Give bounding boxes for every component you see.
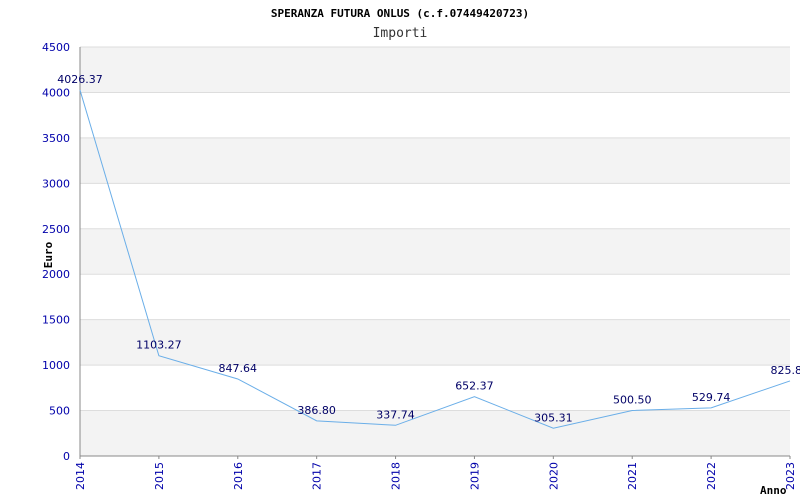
x-tick-label: 2017 — [311, 462, 324, 490]
data-label: 652.37 — [455, 380, 494, 393]
x-tick-label: 2020 — [547, 462, 560, 490]
y-tick-label: 1500 — [42, 314, 70, 327]
x-tick-label: 2015 — [153, 462, 166, 490]
line-chart: 0 500 1000 1500 2000 2500 3000 3500 4000 4500 201… — [42, 7, 800, 497]
plot-band — [80, 410, 790, 456]
y-tick-label: 1000 — [42, 359, 70, 372]
plot-band — [80, 228, 790, 275]
x-axis-ticks: 2014 2015 2016 2017 2018 2019 2020 2021 2022 2023 — [74, 456, 797, 490]
y-tick-label: 0 — [63, 450, 70, 463]
y-tick-label: 4500 — [42, 41, 70, 54]
plot-band — [80, 319, 790, 366]
data-label: 386.80 — [297, 404, 336, 417]
data-label: 1103.27 — [136, 339, 182, 352]
data-label: 847.64 — [219, 362, 258, 375]
data-label: 305.31 — [534, 411, 573, 424]
plot-band — [80, 137, 790, 184]
x-tick-label: 2022 — [705, 462, 718, 490]
x-tick-label: 2018 — [390, 462, 403, 490]
data-label: 4026.37 — [57, 73, 103, 86]
data-label: 337.74 — [376, 408, 415, 421]
data-label: 529.74 — [692, 391, 731, 404]
plot-band — [80, 47, 790, 93]
x-tick-label: 2021 — [626, 462, 639, 490]
y-axis-label: Euro — [42, 241, 55, 268]
data-label: 825.8 — [771, 364, 800, 377]
y-tick-label: 2000 — [42, 268, 70, 281]
x-tick-label: 2019 — [468, 462, 481, 490]
y-tick-label: 3500 — [42, 132, 70, 145]
chart-subtitle: Importi — [373, 26, 428, 41]
plot-bands — [80, 47, 790, 456]
data-label: 500.50 — [613, 394, 652, 407]
y-tick-label: 2500 — [42, 223, 70, 236]
x-tick-label: 2016 — [232, 462, 245, 490]
x-tick-label: 2014 — [74, 462, 87, 490]
y-tick-label: 500 — [49, 405, 70, 418]
y-tick-label: 3000 — [42, 177, 70, 190]
y-tick-label: 4000 — [42, 86, 70, 99]
x-axis-label: Anno — [760, 484, 787, 497]
chart-title: SPERANZA FUTURA ONLUS (c.f.07449420723) — [271, 7, 529, 20]
